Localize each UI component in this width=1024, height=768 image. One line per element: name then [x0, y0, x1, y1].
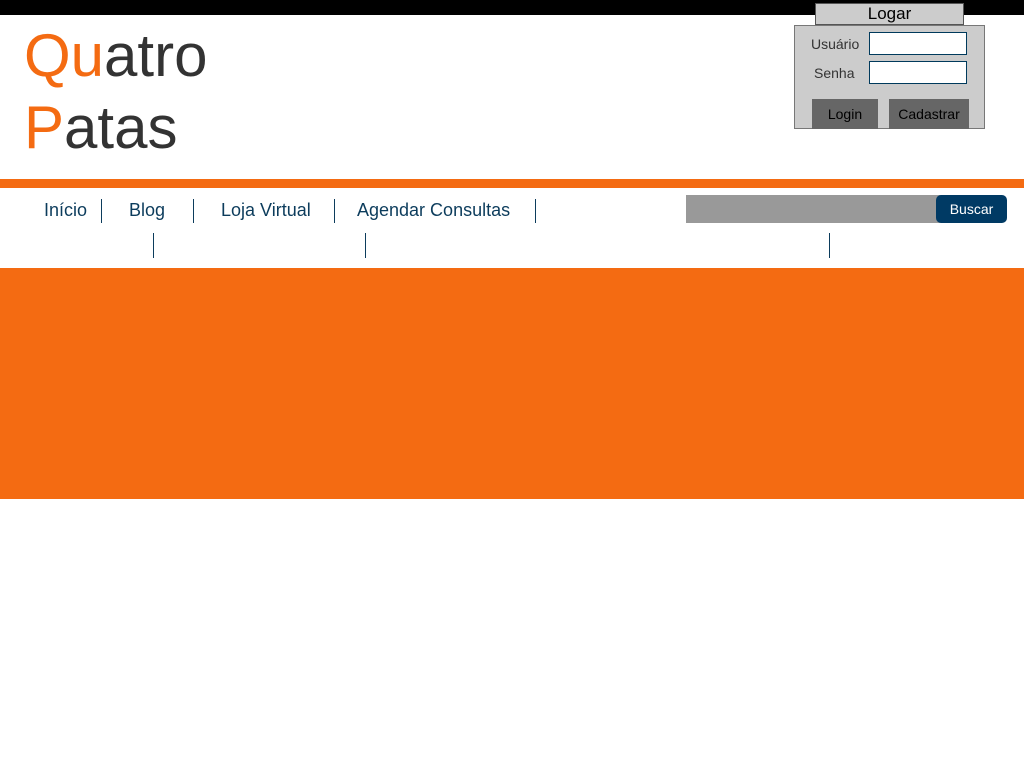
password-label: Senha [814, 65, 855, 81]
nav-separator [101, 199, 102, 223]
nav-item-agendar-consultas[interactable]: Agendar Consultas [357, 199, 510, 223]
logo-line-1-rest: atro [104, 22, 208, 89]
nav-separator [193, 199, 194, 223]
search-input[interactable] [686, 195, 946, 223]
search-button[interactable]: Buscar [936, 195, 1007, 223]
subnav-separator [829, 233, 830, 258]
hero-banner [0, 268, 1024, 499]
login-panel: Usuário Senha Login Cadastrar [794, 25, 985, 129]
nav-separator [535, 199, 536, 223]
site-logo[interactable]: Quatro Patas [24, 20, 207, 164]
register-button[interactable]: Cadastrar [889, 99, 969, 129]
logo-line-1-accent: Qu [24, 22, 105, 89]
nav-item-blog[interactable]: Blog [129, 199, 165, 223]
subnav-separator [153, 233, 154, 258]
nav-item-inicio[interactable]: Início [44, 199, 87, 223]
logo-line-1: Quatro [24, 20, 207, 92]
subnav-separator [365, 233, 366, 258]
nav-separator [334, 199, 335, 223]
username-label: Usuário [811, 36, 860, 52]
logo-line-2-rest: atas [64, 94, 178, 161]
logo-line-2-accent: P [24, 94, 65, 161]
password-input[interactable] [869, 61, 967, 84]
page: Quatro Patas Logar Usuário Senha Login C… [0, 0, 1024, 768]
username-input[interactable] [869, 32, 967, 55]
nav-item-loja-virtual[interactable]: Loja Virtual [221, 199, 311, 223]
logo-line-2: Patas [24, 92, 207, 164]
header-divider [0, 179, 1024, 188]
login-panel-title: Logar [815, 3, 964, 25]
login-button[interactable]: Login [812, 99, 878, 129]
